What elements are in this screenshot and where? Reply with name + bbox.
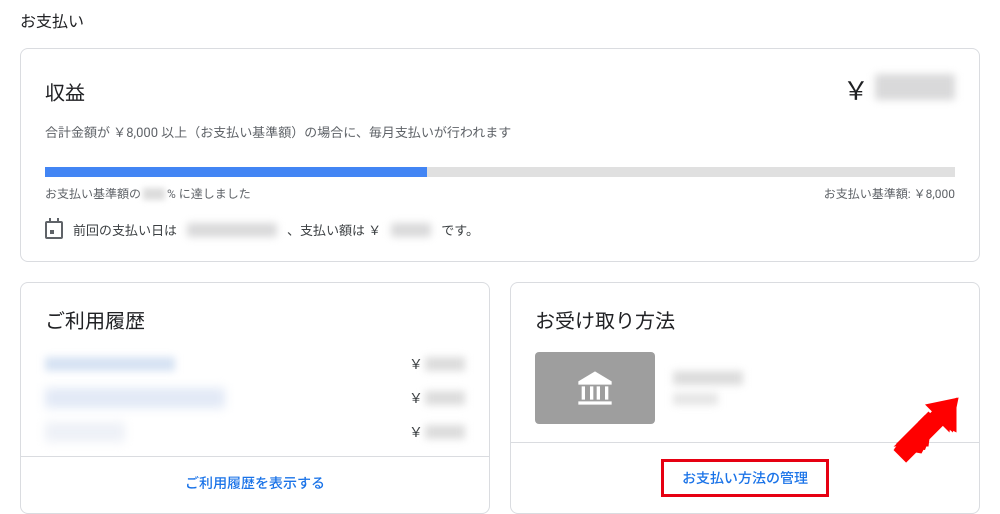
page-title: お支払い [20, 0, 980, 48]
bank-icon [575, 368, 615, 408]
highlight-annotation: お支払い方法の管理 [661, 459, 829, 497]
history-card: ご利用履歴 ￥ ￥ ￥ ご利用履歴を表示する [20, 282, 490, 514]
history-row: ￥ [45, 388, 465, 408]
currency-symbol: ￥ [843, 71, 869, 108]
last-pay-prefix: 前回の支払い日は [73, 220, 177, 239]
progress-bar [45, 167, 955, 177]
last-pay-mid: 、支払い額は ￥ [287, 220, 381, 239]
bank-card-graphic [535, 352, 655, 424]
history-label-redacted [45, 357, 175, 371]
payment-method-detail-redacted [673, 393, 718, 405]
earnings-card: 収益 ￥ 合計金額が ￥8,000 以上（お支払い基準額）の場合に、毎月支払いが… [20, 48, 980, 262]
progress-right-label: お支払い基準額: ￥8,000 [824, 185, 955, 202]
progress-left-label: お支払い基準額の % に達しました [45, 185, 251, 202]
payment-method-text [673, 371, 743, 405]
history-amount-redacted [425, 425, 465, 439]
last-pay-date-redacted [187, 223, 277, 237]
earnings-amount-redacted [875, 74, 955, 100]
earnings-amount: ￥ [843, 71, 955, 108]
progress-left-prefix: お支払い基準額の [45, 185, 141, 202]
yen-symbol: ￥ [409, 388, 423, 408]
progress-percent-redacted [143, 188, 165, 200]
payment-method-title: お受け取り方法 [535, 305, 955, 334]
yen-symbol: ￥ [409, 422, 423, 442]
history-label-redacted [45, 388, 225, 408]
history-list: ￥ ￥ ￥ [45, 354, 465, 442]
view-history-link[interactable]: ご利用履歴を表示する [185, 476, 325, 492]
history-row: ￥ [45, 422, 465, 442]
history-label-redacted [45, 422, 125, 442]
progress-left-suffix: % に達しました [167, 185, 251, 202]
last-payment-line: 前回の支払い日は 、支払い額は ￥ です。 [45, 220, 955, 239]
last-pay-suffix: です。 [441, 220, 479, 239]
earnings-title: 収益 [45, 77, 85, 106]
calendar-icon [45, 221, 63, 239]
payment-method-card: お受け取り方法 お支払い方法の管理 [510, 282, 980, 514]
manage-payment-methods-link[interactable]: お支払い方法の管理 [682, 471, 808, 487]
history-row: ￥ [45, 354, 465, 374]
history-amount-redacted [425, 357, 465, 371]
yen-symbol: ￥ [409, 354, 423, 374]
history-amount-redacted [425, 391, 465, 405]
progress-fill [45, 167, 427, 177]
payment-method-name-redacted [673, 371, 743, 385]
threshold-note: 合計金額が ￥8,000 以上（お支払い基準額）の場合に、毎月支払いが行われます [45, 122, 955, 141]
last-pay-amount-redacted [391, 223, 431, 237]
history-title: ご利用履歴 [45, 305, 465, 334]
